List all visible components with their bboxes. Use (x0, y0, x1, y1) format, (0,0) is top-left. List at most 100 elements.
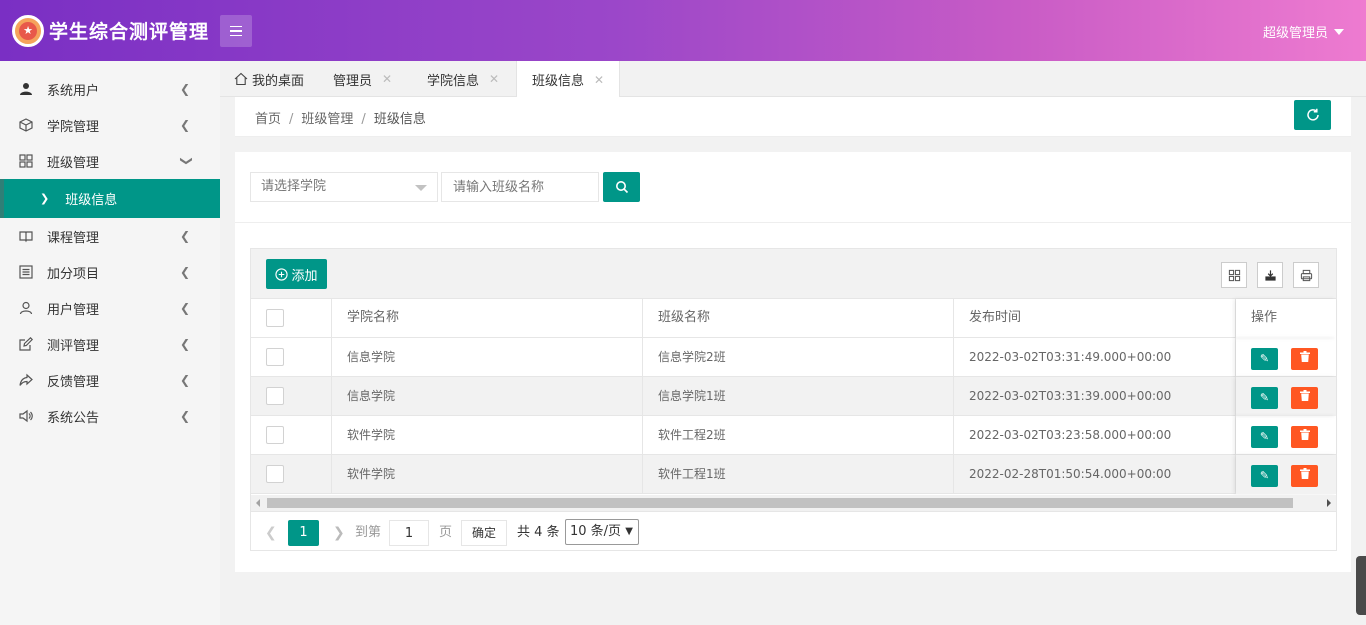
close-icon[interactable]: ✕ (489, 72, 499, 86)
row-checkbox[interactable] (266, 387, 284, 405)
sidebar-item-college[interactable]: 学院管理 ❮ (0, 107, 220, 143)
scroll-right-icon[interactable] (1327, 499, 1331, 507)
page-label: 页 (439, 525, 453, 540)
table-row: 软件学院 软件工程2班 2022-03-02T03:23:58.000+00:0… (251, 416, 1336, 455)
table-row: 信息学院 信息学院1班 2022-03-02T03:31:39.000+00:0… (251, 377, 1336, 416)
user-menu[interactable]: 超级管理员 (1263, 22, 1344, 41)
horizontal-scrollbar[interactable] (251, 495, 1336, 511)
cell-actions: ✎ (1236, 377, 1336, 416)
edit-button[interactable]: ✎ (1251, 465, 1278, 487)
sidebar-item-label: 用户管理 (47, 302, 100, 318)
print-button[interactable] (1293, 262, 1319, 288)
refresh-button[interactable] (1294, 100, 1331, 130)
goto-confirm-button[interactable]: 确定 (461, 520, 507, 546)
book-icon (19, 229, 33, 243)
search-button[interactable] (603, 172, 640, 202)
trash-icon (1299, 418, 1310, 456)
close-icon[interactable]: ✕ (382, 72, 392, 86)
sidebar-item-system-users[interactable]: 系统用户 ❮ (0, 71, 220, 107)
pagination: ❮ 1 ❯ 到第 页 确定 共 4 条 10 条/页 ▼ (251, 511, 1336, 551)
speaker-icon (19, 409, 33, 423)
data-table: 添加 学院名称 班级名称 发布时间 操作 信息学院 信息学院2班 2022-03… (250, 248, 1337, 551)
page-number-current[interactable]: 1 (288, 520, 319, 546)
scroll-left-icon[interactable] (256, 499, 260, 507)
breadcrumb-class-management[interactable]: 班级管理 (301, 112, 353, 127)
sidebar-item-notice[interactable]: 系统公告 ❮ (0, 398, 220, 434)
class-name-input[interactable] (441, 172, 599, 202)
trash-icon (1299, 379, 1310, 417)
header-time[interactable]: 发布时间 (954, 299, 1236, 338)
hamburger-icon (230, 34, 242, 37)
tab-admin[interactable]: 管理员 ✕ (333, 61, 392, 97)
chevron-left-icon: ❮ (179, 301, 190, 315)
cell-time: 2022-03-02T03:23:58.000+00:00 (954, 416, 1236, 455)
row-checkbox[interactable] (266, 348, 284, 366)
pencil-icon: ✎ (1259, 352, 1270, 365)
chevron-left-icon: ❮ (179, 409, 190, 423)
divider (235, 222, 1351, 223)
delete-button[interactable] (1291, 387, 1318, 409)
college-select-placeholder: 请选择学院 (261, 179, 327, 194)
college-select[interactable]: 请选择学院 (250, 172, 438, 202)
hamburger-icon (230, 30, 242, 32)
header-college[interactable]: 学院名称 (332, 299, 643, 338)
page-size-select[interactable]: 10 条/页 ▼ (565, 519, 639, 545)
page-size-value: 10 条/页 (570, 524, 622, 539)
breadcrumb-home[interactable]: 首页 (255, 112, 281, 127)
tab-college-info[interactable]: 学院信息 ✕ (427, 61, 499, 97)
table-toolbar: 添加 (251, 249, 1336, 299)
sidebar-item-class-info[interactable]: ❯ 班级信息 (0, 179, 220, 218)
cell-time: 2022-02-28T01:50:54.000+00:00 (954, 455, 1236, 494)
sidebar-item-bonus[interactable]: 加分项目 ❮ (0, 254, 220, 290)
goto-page-input[interactable] (389, 520, 429, 546)
menu-toggle-button[interactable] (220, 15, 252, 47)
sidebar-item-evaluation[interactable]: 测评管理 ❮ (0, 326, 220, 362)
tab-class-info[interactable]: 班级信息 ✕ (516, 61, 620, 98)
prev-page-icon[interactable]: ❮ (265, 520, 277, 546)
search-icon (615, 180, 629, 194)
sidebar-item-class[interactable]: 班级管理 ❮ (0, 143, 220, 179)
chevron-down-icon: ❮ (177, 155, 192, 167)
sidebar-item-users[interactable]: 用户管理 ❮ (0, 290, 220, 326)
hamburger-icon (230, 25, 242, 28)
breadcrumb-separator: / (361, 112, 366, 127)
delete-button[interactable] (1291, 465, 1318, 487)
close-icon[interactable]: ✕ (594, 73, 604, 87)
next-page-icon[interactable]: ❯ (333, 520, 345, 546)
add-button[interactable]: 添加 (266, 259, 327, 289)
chevron-right-icon: ❯ (40, 192, 50, 205)
sidebar-item-course[interactable]: 课程管理 ❮ (0, 218, 220, 254)
tab-label: 管理员 (333, 73, 373, 89)
sidebar-item-label: 加分项目 (47, 266, 100, 282)
sidebar-item-label: 课程管理 (47, 230, 100, 246)
scrollbar-thumb[interactable] (267, 498, 1293, 508)
content-panel: 请选择学院 添加 (235, 152, 1351, 572)
edit-button[interactable]: ✎ (1251, 348, 1278, 370)
sidebar-item-label: 系统公告 (47, 410, 100, 426)
delete-button[interactable] (1291, 348, 1318, 370)
header-class[interactable]: 班级名称 (643, 299, 954, 338)
delete-button[interactable] (1291, 426, 1318, 448)
side-widget[interactable] (1356, 556, 1366, 615)
row-checkbox[interactable] (266, 426, 284, 444)
tab-label: 学院信息 (427, 73, 480, 89)
columns-filter-button[interactable] (1221, 262, 1247, 288)
export-button[interactable] (1257, 262, 1283, 288)
goto-label: 到第 (355, 525, 382, 540)
print-icon (1300, 269, 1313, 282)
edit-button[interactable]: ✎ (1251, 426, 1278, 448)
table-row: 信息学院 信息学院2班 2022-03-02T03:31:49.000+00:0… (251, 338, 1336, 377)
tab-label: 班级信息 (532, 74, 585, 89)
trash-icon (1299, 457, 1310, 495)
edit-button[interactable]: ✎ (1251, 387, 1278, 409)
sidebar-item-feedback[interactable]: 反馈管理 ❮ (0, 362, 220, 398)
breadcrumb: 首页 / 班级管理 / 班级信息 (255, 108, 426, 127)
row-checkbox[interactable] (266, 465, 284, 483)
user-icon (19, 82, 33, 96)
tab-desktop[interactable]: 我的桌面 (234, 61, 304, 97)
cube-icon (19, 118, 33, 132)
select-all-checkbox[interactable] (266, 309, 284, 327)
sidebar-item-label: 班级管理 (47, 155, 100, 171)
chevron-down-icon: ▼ (625, 526, 633, 537)
sidebar: 系统用户 ❮ 学院管理 ❮ 班级管理 ❮ ❯ 班级信息 课程管理 ❮ 加分项目 … (0, 61, 220, 625)
